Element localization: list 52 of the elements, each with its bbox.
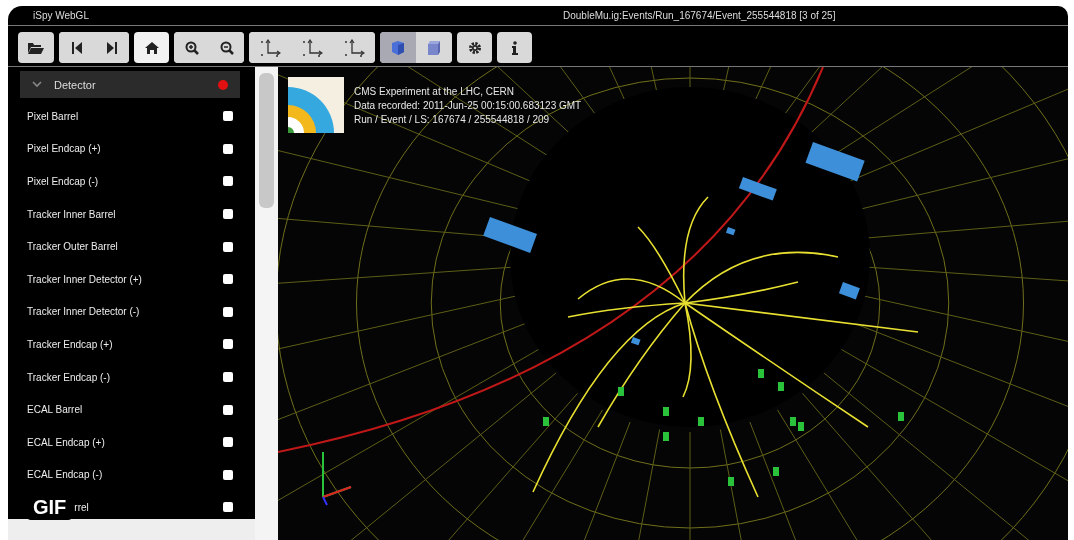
layer-label: Tracker Outer Barrel: [27, 241, 119, 253]
checkbox[interactable]: [223, 209, 233, 220]
status-dot-icon: [218, 79, 228, 90]
event-title: DoubleMu.ig:Events/Run_167674/Event_255544818 [3 of 25]: [563, 10, 836, 21]
checkbox[interactable]: [223, 404, 233, 415]
layer-label: Tracker Endcap (+): [27, 338, 114, 350]
folder-icon: [28, 41, 44, 54]
checkbox[interactable]: [223, 339, 233, 350]
layer-label: Tracker Inner Barrel: [27, 208, 117, 220]
event-info-text: Data recorded: 2011-Jun-25 00:15:00.683123 GMT: [354, 99, 582, 111]
event-info-text: CMS Experiment at the LHC, CERN: [354, 85, 516, 97]
home-button[interactable]: [134, 32, 169, 63]
perspective-button[interactable]: [380, 32, 416, 63]
layer-label: ECAL Endcap (+): [27, 436, 106, 448]
skip-forward-icon: [106, 41, 117, 54]
app-name: iSpy WebGL: [33, 10, 90, 21]
scrollbar-thumb[interactable]: [259, 73, 274, 208]
skip-back-icon: [71, 41, 82, 54]
layer-label: Pixel Barrel: [27, 110, 80, 122]
checkbox[interactable]: [223, 143, 233, 154]
checkbox[interactable]: [223, 437, 233, 448]
zoom-in-icon: [184, 40, 199, 55]
checkbox[interactable]: [223, 502, 233, 513]
layer-label: Pixel Endcap (-): [27, 176, 100, 187]
checkbox[interactable]: [223, 176, 233, 187]
event-info-text: Run / Event / LS: 167674 / 255544818 / 209: [354, 113, 551, 125]
cube-icon: [390, 39, 406, 56]
axes-icon: [259, 38, 281, 57]
settings-icon: [467, 40, 482, 55]
section-header[interactable]: Detector: [20, 71, 240, 98]
checkbox[interactable]: [223, 241, 233, 252]
box-icon: [426, 39, 442, 56]
layer-label: Tracker Inner Detector (-): [27, 306, 141, 318]
info-icon: [511, 40, 518, 55]
axes-icon: [343, 38, 365, 57]
experiment-logo-icon: [288, 77, 344, 133]
checkbox[interactable]: [223, 469, 233, 480]
layer-label: rrel: [74, 501, 90, 513]
checkbox[interactable]: [223, 111, 233, 122]
checkbox[interactable]: [223, 306, 233, 317]
layer-label: Tracker Inner Detector (+): [27, 273, 143, 285]
checkbox[interactable]: [223, 372, 233, 383]
zoom-out-icon: [219, 40, 234, 55]
layer-label: ECAL Barrel: [27, 404, 84, 416]
layer-label: Tracker Endcap (-): [27, 371, 111, 383]
checkbox[interactable]: [223, 274, 233, 285]
home-icon: [144, 41, 159, 54]
layer-label: Pixel Endcap (+): [27, 143, 102, 155]
layer-label: ECAL Endcap (-): [27, 469, 104, 481]
event-display-drawing[interactable]: [278, 67, 1068, 540]
chevron-icon: [32, 81, 42, 88]
axes-icon: [301, 38, 323, 57]
